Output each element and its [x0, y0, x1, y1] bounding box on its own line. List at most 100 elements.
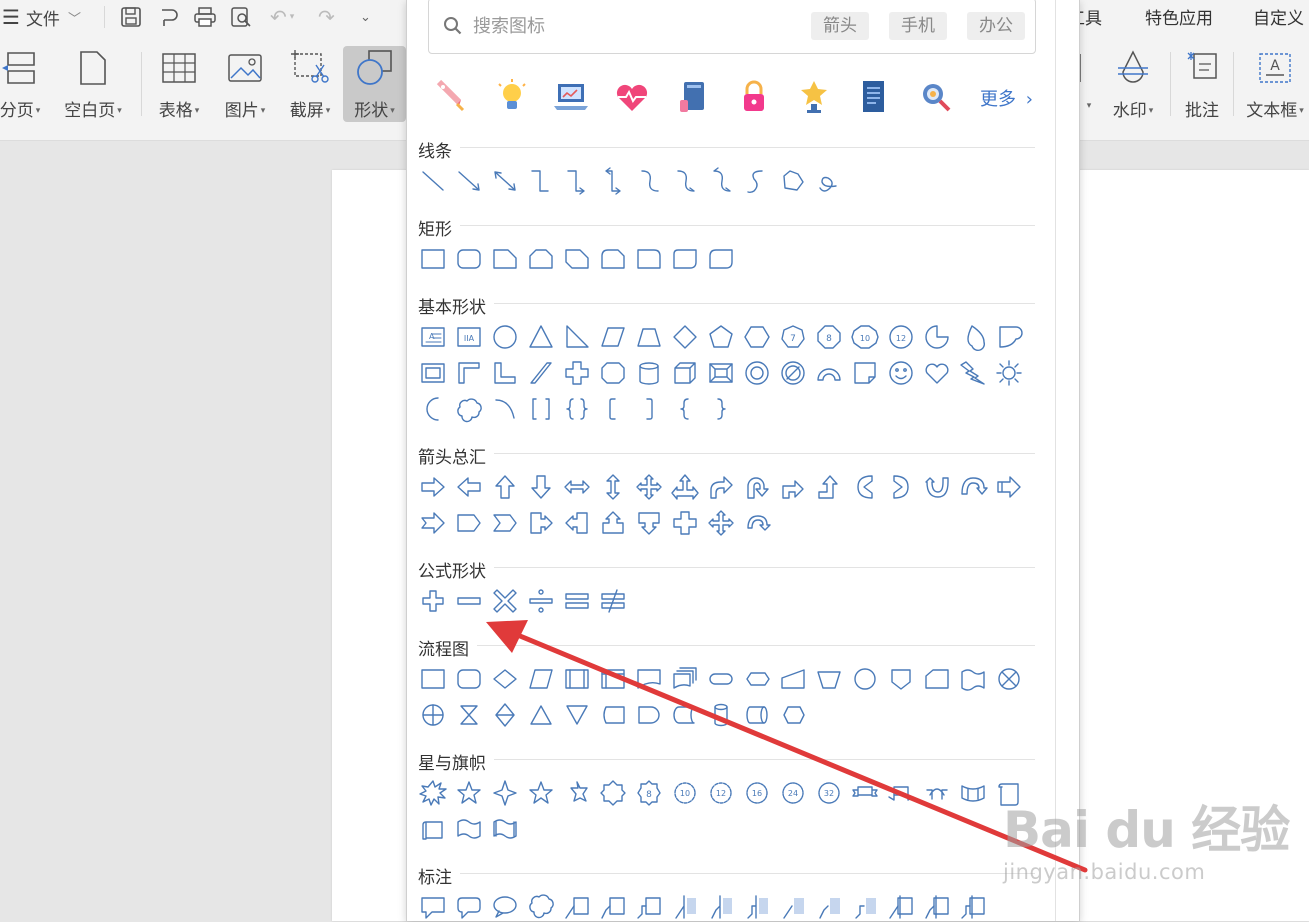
- basic-shape-3-1-icon[interactable]: [418, 394, 448, 424]
- callouts-shape-1-7-icon[interactable]: [634, 892, 664, 922]
- lines-shape-1-4-icon[interactable]: [526, 166, 556, 196]
- callouts-shape-1-5-icon[interactable]: [562, 892, 592, 922]
- watermark-button[interactable]: 水印 ▾: [1103, 46, 1163, 122]
- callouts-shape-1-6-icon[interactable]: [598, 892, 628, 922]
- arrows-shape-1-7-icon[interactable]: [634, 472, 664, 502]
- callouts-shape-1-4-icon[interactable]: [526, 892, 556, 922]
- basic-shape-1-11-icon[interactable]: 7: [778, 322, 808, 352]
- rocket-icon[interactable]: [431, 78, 469, 116]
- basic-shape-2-11-icon[interactable]: [778, 358, 808, 388]
- flowchart-shape-1-11-icon[interactable]: [778, 664, 808, 694]
- flowchart-shape-1-14-icon[interactable]: [886, 664, 916, 694]
- textbox-button[interactable]: A 文本框 ▾: [1240, 46, 1309, 122]
- tag-phone[interactable]: 手机: [889, 12, 947, 40]
- callouts-shape-1-14-icon[interactable]: [886, 892, 916, 922]
- tag-arrow[interactable]: 箭头: [811, 12, 869, 40]
- tab-custom[interactable]: 自定义: [1253, 4, 1304, 29]
- file-menu-button[interactable]: ☰ 文件 ﹀: [2, 4, 81, 30]
- callouts-shape-1-12-icon[interactable]: [814, 892, 844, 922]
- stars-shape-2-2-icon[interactable]: [454, 814, 484, 844]
- basic-shape-3-6-icon[interactable]: [598, 394, 628, 424]
- basic-shape-1-12-icon[interactable]: 8: [814, 322, 844, 352]
- flowchart-shape-1-10-icon[interactable]: [742, 664, 772, 694]
- arrows-shape-1-1-icon[interactable]: [418, 472, 448, 502]
- shape-button[interactable]: 形状 ▾: [343, 46, 406, 122]
- blank-page-button[interactable]: 空白页 ▾: [56, 46, 130, 122]
- lines-shape-1-11-icon[interactable]: [778, 166, 808, 196]
- stars-shape-1-2-icon[interactable]: [454, 778, 484, 808]
- basic-shape-2-15-icon[interactable]: [922, 358, 952, 388]
- document-icon[interactable]: [854, 78, 892, 116]
- formula-shape-1-5-icon[interactable]: [562, 586, 592, 616]
- basic-shape-1-7-icon[interactable]: [634, 322, 664, 352]
- flowchart-shape-1-4-icon[interactable]: [526, 664, 556, 694]
- laptop-chart-icon[interactable]: [552, 78, 590, 116]
- tag-office[interactable]: 办公: [967, 12, 1025, 40]
- rectangles-shape-1-9-icon[interactable]: [706, 244, 736, 274]
- formula-shape-1-4-icon[interactable]: [526, 586, 556, 616]
- flowchart-shape-2-6-icon[interactable]: [598, 700, 628, 730]
- flowchart-shape-1-6-icon[interactable]: [598, 664, 628, 694]
- basic-shape-1-9-icon[interactable]: [706, 322, 736, 352]
- screenshot-button[interactable]: 截屏 ▾: [280, 46, 340, 122]
- partial-tool-button[interactable]: ▾: [1078, 46, 1098, 122]
- basic-shape-3-3-icon[interactable]: [490, 394, 520, 424]
- padlock-icon[interactable]: [735, 78, 773, 116]
- basic-shape-2-6-icon[interactable]: [598, 358, 628, 388]
- flowchart-shape-2-2-icon[interactable]: [454, 700, 484, 730]
- heart-pulse-icon[interactable]: [613, 78, 651, 116]
- arrows-shape-2-6-icon[interactable]: [598, 508, 628, 538]
- basic-shape-1-5-icon[interactable]: [562, 322, 592, 352]
- basic-shape-2-3-icon[interactable]: [490, 358, 520, 388]
- flowchart-shape-2-1-icon[interactable]: [418, 700, 448, 730]
- arrows-shape-2-1-icon[interactable]: [418, 508, 448, 538]
- basic-shape-1-8-icon[interactable]: [670, 322, 700, 352]
- basic-shape-2-5-icon[interactable]: [562, 358, 592, 388]
- stars-shape-1-9-icon[interactable]: 12: [706, 778, 736, 808]
- stars-shape-1-5-icon[interactable]: [562, 778, 592, 808]
- stars-shape-1-12-icon[interactable]: 32: [814, 778, 844, 808]
- flowchart-shape-1-17-icon[interactable]: [994, 664, 1024, 694]
- callouts-shape-1-1-icon[interactable]: [418, 892, 448, 922]
- more-icons-link[interactable]: 更多 ›: [980, 85, 1033, 111]
- lines-shape-1-10-icon[interactable]: [742, 166, 772, 196]
- arrows-shape-2-2-icon[interactable]: [454, 508, 484, 538]
- lines-shape-1-9-icon[interactable]: [706, 166, 736, 196]
- page-break-button[interactable]: 分页 ▾: [0, 46, 46, 122]
- basic-shape-2-14-icon[interactable]: [886, 358, 916, 388]
- basic-shape-2-1-icon[interactable]: [418, 358, 448, 388]
- arrows-shape-1-6-icon[interactable]: [598, 472, 628, 502]
- arrows-shape-1-3-icon[interactable]: [490, 472, 520, 502]
- redo-button[interactable]: ↷: [318, 4, 335, 30]
- flowchart-shape-2-4-icon[interactable]: [526, 700, 556, 730]
- basic-shape-2-8-icon[interactable]: [670, 358, 700, 388]
- stars-shape-1-13-icon[interactable]: [850, 778, 880, 808]
- arrows-shape-2-9-icon[interactable]: [706, 508, 736, 538]
- basic-shape-2-2-icon[interactable]: [454, 358, 484, 388]
- arrows-shape-1-5-icon[interactable]: [562, 472, 592, 502]
- callouts-shape-1-11-icon[interactable]: [778, 892, 808, 922]
- panel-scrollbar-track[interactable]: [1055, 0, 1056, 921]
- basic-shape-2-13-icon[interactable]: [850, 358, 880, 388]
- undo-button[interactable]: ↶ ▾: [270, 4, 294, 30]
- stars-shape-1-11-icon[interactable]: 24: [778, 778, 808, 808]
- basic-shape-1-10-icon[interactable]: [742, 322, 772, 352]
- basic-shape-1-4-icon[interactable]: [526, 322, 556, 352]
- flowchart-shape-1-12-icon[interactable]: [814, 664, 844, 694]
- arrows-shape-2-5-icon[interactable]: [562, 508, 592, 538]
- basic-shape-1-2-icon[interactable]: IIA: [454, 322, 484, 352]
- basic-shape-1-17-icon[interactable]: [994, 322, 1024, 352]
- rectangles-shape-1-1-icon[interactable]: [418, 244, 448, 274]
- flowchart-shape-1-8-icon[interactable]: [670, 664, 700, 694]
- basic-shape-1-1-icon[interactable]: A: [418, 322, 448, 352]
- lines-shape-1-3-icon[interactable]: [490, 166, 520, 196]
- stars-shape-1-15-icon[interactable]: [922, 778, 952, 808]
- lines-shape-1-2-icon[interactable]: [454, 166, 484, 196]
- basic-shape-2-9-icon[interactable]: [706, 358, 736, 388]
- flowchart-shape-1-7-icon[interactable]: [634, 664, 664, 694]
- flowchart-shape-2-10-icon[interactable]: [742, 700, 772, 730]
- lightbulb-icon[interactable]: [493, 78, 531, 116]
- basic-shape-2-7-icon[interactable]: [634, 358, 664, 388]
- format-painter-button[interactable]: [156, 4, 180, 30]
- basic-shape-3-9-icon[interactable]: [706, 394, 736, 424]
